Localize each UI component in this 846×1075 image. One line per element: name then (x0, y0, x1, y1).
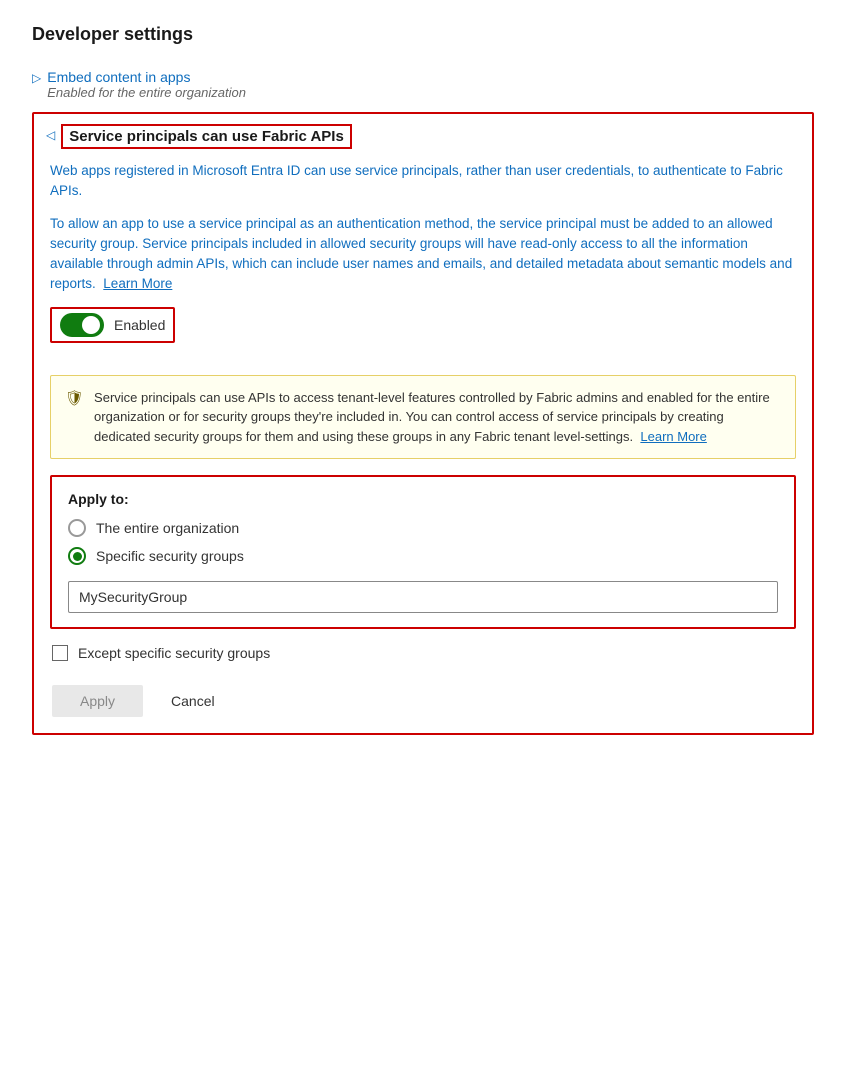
service-principals-title: Service principals can use Fabric APIs (61, 124, 352, 149)
radio-entire-org-label: The entire organization (96, 520, 239, 536)
embed-content-label: Embed content in apps (47, 69, 246, 85)
warning-box: 🛡 Service principals can use APIs to acc… (50, 375, 796, 460)
apply-button[interactable]: Apply (52, 685, 143, 717)
warning-learn-more-link[interactable]: Learn More (640, 429, 706, 444)
embed-content-item: ▷ Embed content in apps Enabled for the … (32, 65, 814, 104)
toggle-row[interactable]: Enabled (50, 307, 175, 343)
service-principals-header[interactable]: ◁ Service principals can use Fabric APIs (34, 114, 812, 155)
radio-entire-org-indicator (68, 519, 86, 537)
collapse-icon: ◁ (46, 128, 55, 142)
radio-specific-groups-indicator (68, 547, 86, 565)
toggle-label: Enabled (114, 317, 165, 333)
page-title: Developer settings (32, 24, 814, 45)
radio-entire-org[interactable]: The entire organization (68, 519, 778, 537)
apply-to-label: Apply to: (68, 491, 778, 507)
embed-content-label-group: Embed content in apps Enabled for the en… (47, 69, 246, 100)
description-1: Web apps registered in Microsoft Entra I… (50, 161, 796, 202)
radio-specific-groups-label: Specific security groups (96, 548, 244, 564)
shield-icon: 🛡 (65, 389, 84, 407)
button-row: Apply Cancel (50, 685, 796, 717)
apply-to-box: Apply to: The entire organization Specif… (50, 475, 796, 629)
service-principals-body: Web apps registered in Microsoft Entra I… (34, 155, 812, 733)
toggle-switch[interactable] (60, 313, 104, 337)
except-label: Except specific security groups (78, 645, 270, 661)
cancel-button[interactable]: Cancel (159, 685, 227, 717)
embed-content-sublabel: Enabled for the entire organization (47, 85, 246, 100)
security-group-input[interactable] (68, 581, 778, 613)
except-checkbox[interactable] (52, 645, 68, 661)
learn-more-link-1[interactable]: Learn More (103, 276, 172, 291)
service-principals-section: ◁ Service principals can use Fabric APIs… (32, 112, 814, 735)
description-2: To allow an app to use a service princip… (50, 214, 796, 295)
expand-icon: ▷ (32, 71, 41, 85)
warning-text-content: Service principals can use APIs to acces… (94, 388, 781, 447)
except-row[interactable]: Except specific security groups (50, 645, 796, 661)
radio-specific-groups[interactable]: Specific security groups (68, 547, 778, 565)
embed-content-row[interactable]: ▷ Embed content in apps Enabled for the … (32, 65, 814, 104)
